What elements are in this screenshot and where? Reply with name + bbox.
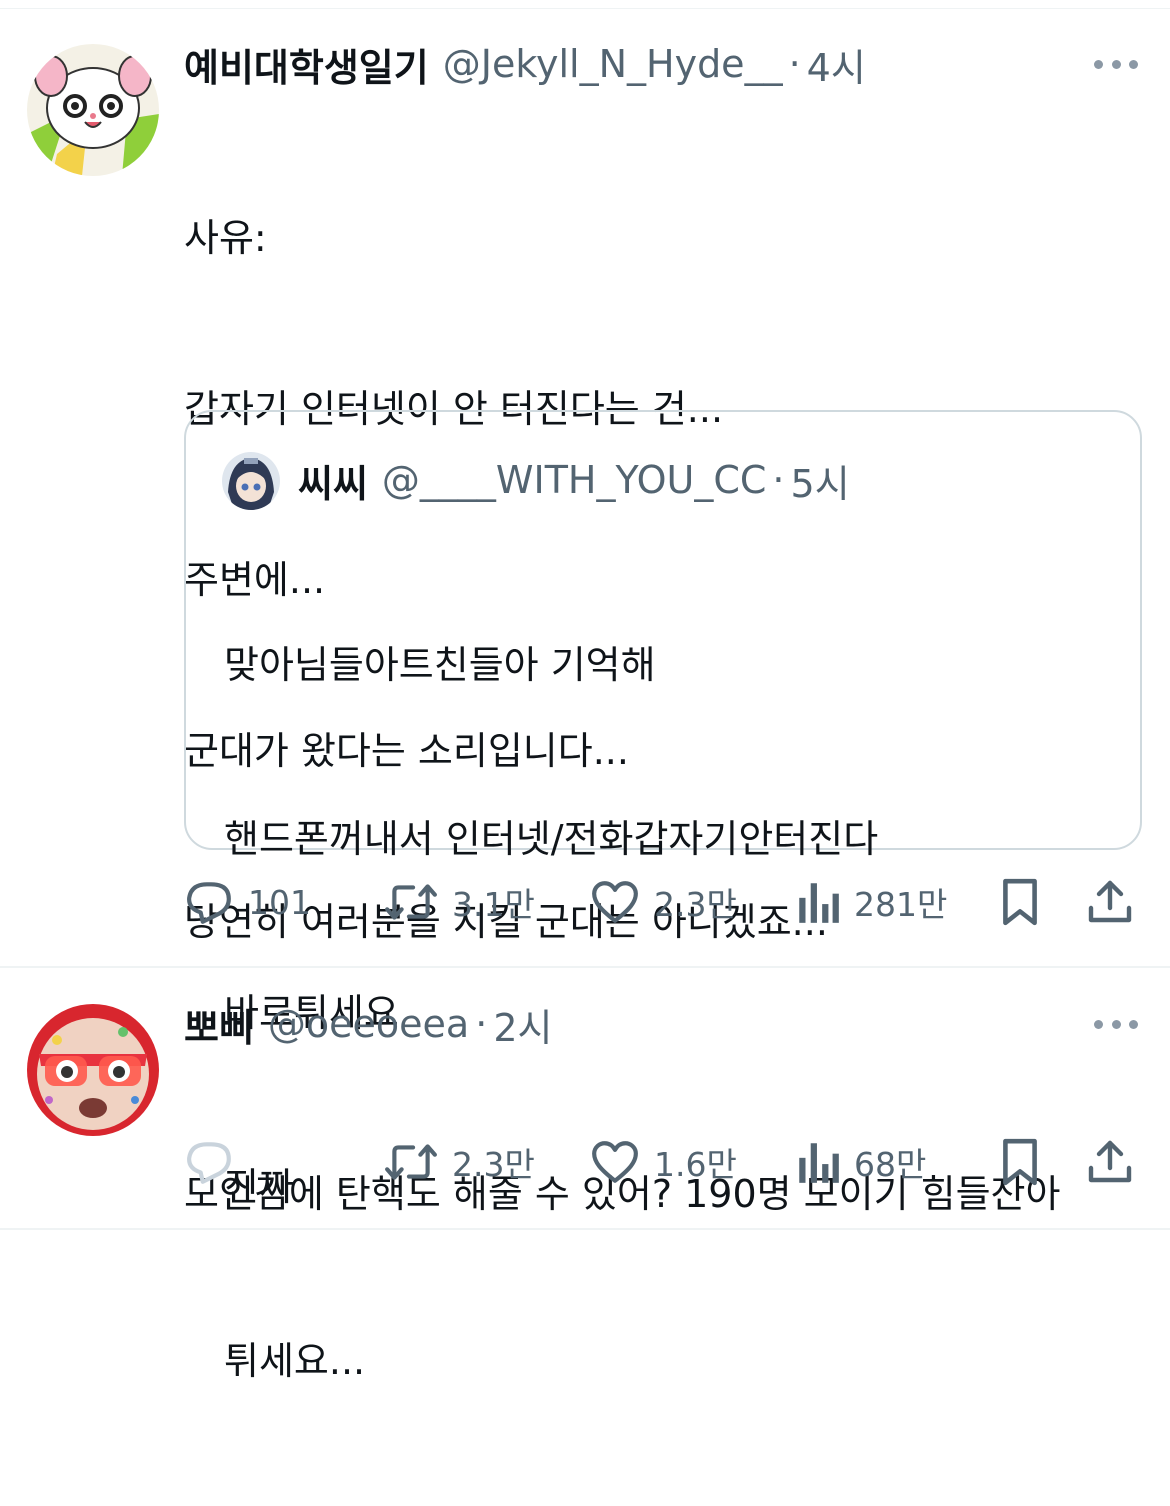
timestamp[interactable]: 4시	[807, 37, 866, 92]
quoted-header: 씨씨 @____WITH_YOU_CC · 5시	[298, 450, 850, 510]
divider	[0, 966, 1170, 968]
reply-bubble-icon	[187, 882, 231, 924]
avatar[interactable]	[27, 1004, 159, 1136]
user-handle[interactable]: @oeeoeea	[268, 1002, 469, 1046]
bookmark-button[interactable]	[998, 872, 1042, 932]
like-count: 1.6만	[654, 1145, 737, 1184]
quoted-tweet[interactable]: 씨씨 @____WITH_YOU_CC · 5시 맞아님들아트친들아 기억해 핸…	[184, 410, 1142, 1383]
action-bar: 2.3만 1.6만 68만	[184, 1132, 1144, 1192]
quoted-text-line: 튀세요...	[224, 1339, 366, 1383]
like-button[interactable]: 1.6만	[590, 1132, 737, 1192]
repost-arrows-icon	[385, 884, 437, 920]
repost-count: 2.3만	[452, 1145, 535, 1184]
top-divider	[0, 8, 1170, 9]
quoted-display-name[interactable]: 씨씨	[298, 453, 368, 508]
more-horizontal-icon[interactable]	[1094, 54, 1138, 74]
like-button[interactable]: 2.3만	[590, 872, 737, 932]
views-count: 68만	[854, 1145, 927, 1184]
like-count: 2.3만	[654, 885, 737, 924]
quoted-avatar[interactable]	[222, 452, 280, 510]
share-upload-icon	[1088, 1140, 1132, 1183]
analytics-bars-icon	[799, 883, 839, 923]
separator-dot: ·	[788, 42, 801, 86]
views-button[interactable]: 68만	[796, 1132, 926, 1192]
divider	[0, 1228, 1170, 1230]
reply-bubble-icon	[187, 1142, 231, 1184]
display-name[interactable]: 뽀삐	[184, 997, 254, 1052]
share-button[interactable]	[1086, 872, 1134, 932]
repost-button[interactable]: 3.1만	[384, 872, 535, 932]
tweet[interactable]: 뽀삐 @oeeoeea · 2시 모인김에 탄핵도 해줄 수 있어? 190명 …	[0, 970, 1170, 1228]
tweet-text-line: 사유:	[184, 216, 267, 260]
quoted-timestamp[interactable]: 5시	[791, 453, 850, 508]
separator-dot: ·	[475, 1002, 488, 1046]
analytics-bars-icon	[799, 1143, 839, 1183]
share-button[interactable]	[1086, 1132, 1134, 1192]
more-horizontal-icon[interactable]	[1094, 1014, 1138, 1034]
quoted-user-handle[interactable]: @____WITH_YOU_CC	[382, 458, 767, 502]
bookmark-icon	[1003, 878, 1037, 926]
views-count: 281만	[854, 885, 948, 924]
share-upload-icon	[1088, 880, 1132, 923]
views-button[interactable]: 281만	[796, 872, 947, 932]
repost-arrows-icon	[385, 1144, 437, 1180]
timestamp[interactable]: 2시	[493, 997, 552, 1052]
separator-dot: ·	[772, 458, 785, 502]
heart-icon	[592, 1141, 638, 1183]
reply-button[interactable]: 101	[184, 872, 311, 932]
reply-button[interactable]	[184, 1132, 248, 1192]
repost-button[interactable]: 2.3만	[384, 1132, 535, 1192]
tweet-text: 모인김에 탄핵도 해줄 수 있어? 190명 모이기 힘들잔아	[184, 1052, 1060, 1337]
user-handle[interactable]: @Jekyll_N_Hyde__	[443, 42, 783, 86]
avatar[interactable]	[27, 44, 159, 176]
heart-icon	[592, 881, 638, 923]
quoted-text-line: 핸드폰꺼내서 인터넷/전화갑자기안터진다	[224, 817, 879, 861]
tweet-header: 뽀삐 @oeeoeea · 2시	[184, 994, 552, 1054]
repost-count: 3.1만	[452, 885, 535, 924]
bookmark-icon	[1003, 1138, 1037, 1186]
action-bar: 101 3.1만 2.3만 281만	[184, 872, 1144, 932]
display-name[interactable]: 예비대학생일기	[184, 37, 429, 92]
tweet[interactable]: 예비대학생일기 @Jekyll_N_Hyde__ · 4시 사유: 갑자기 인터…	[0, 10, 1170, 1383]
tweet-header: 예비대학생일기 @Jekyll_N_Hyde__ · 4시	[184, 34, 866, 94]
reply-count: 101	[248, 882, 311, 922]
quoted-text-line: 맞아님들아트친들아 기억해	[224, 643, 656, 687]
bookmark-button[interactable]	[998, 1132, 1042, 1192]
